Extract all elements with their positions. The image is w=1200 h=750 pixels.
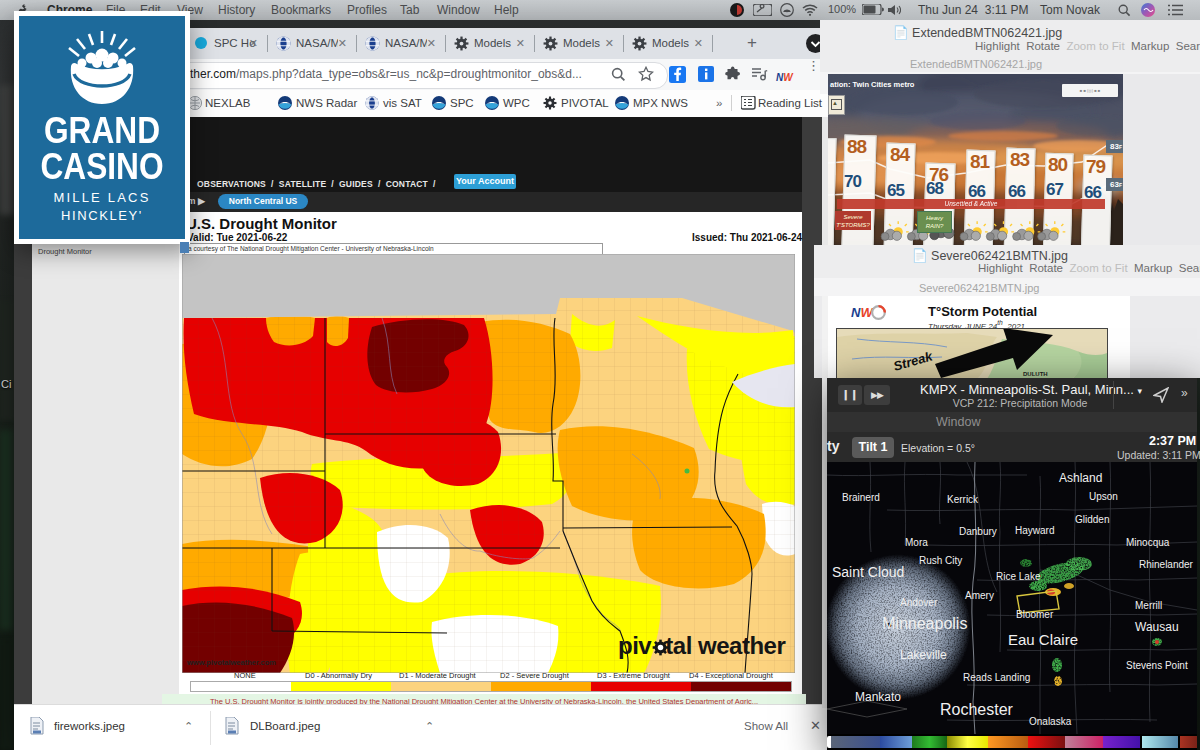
svg-text:DULUTH: DULUTH bbox=[1023, 371, 1048, 377]
